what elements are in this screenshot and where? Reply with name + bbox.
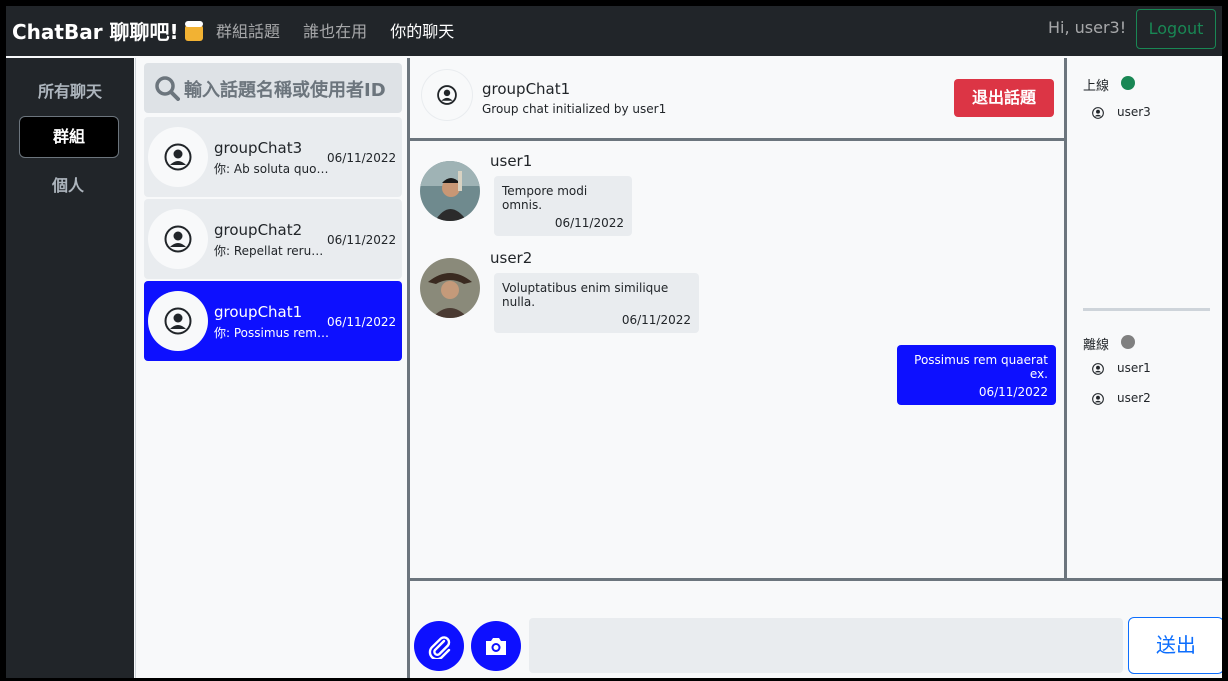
nav-links: 群組話題 誰也在用 你的聊天 [216, 18, 472, 42]
message-list: user1 Tempore modi omnis. 06/11/2022 use… [410, 141, 1064, 578]
leave-chat-button[interactable]: 退出話題 [954, 79, 1054, 117]
message-composer: 送出 [410, 578, 1222, 678]
user-avatar-icon [1087, 358, 1109, 380]
member-status-panel: 上線 user3 離線 user1 user2 [1064, 58, 1222, 578]
brand-text: ChatBar 聊聊吧! [12, 20, 179, 44]
offline-status-dot [1121, 335, 1135, 349]
send-button[interactable]: 送出 [1128, 617, 1222, 674]
chat-list-item[interactable]: groupChat2 你: Repellat rerum... 06/11/20… [144, 199, 402, 279]
nav-link-who-is-online[interactable]: 誰也在用 [303, 22, 367, 41]
status-divider [1083, 308, 1210, 311]
message-bubble: Tempore modi omnis. 06/11/2022 [494, 176, 632, 236]
message-bubble-own: Possimus rem quaerat ex. 06/11/2022 [897, 345, 1056, 405]
message-date: 06/11/2022 [621, 313, 691, 327]
message-date: 06/11/2022 [978, 385, 1048, 399]
message-text: Tempore modi omnis. [502, 184, 588, 212]
filter-group-button[interactable]: 群組 [19, 116, 119, 158]
message-text: Voluptatibus enim similique nulla. [502, 281, 669, 309]
camera-button[interactable] [471, 621, 521, 671]
conversation-title: groupChat1 [482, 80, 571, 98]
conversation-subtitle: Group chat initialized by user1 [482, 102, 667, 116]
user-avatar-icon [164, 307, 192, 335]
app-frame: ChatBar 聊聊吧! 群組話題 誰也在用 你的聊天 Hi, user3! L… [6, 6, 1222, 678]
message-bubble: Voluptatibus enim similique nulla. 06/11… [494, 273, 699, 333]
camera-icon [486, 638, 506, 655]
user-avatar-icon [1087, 102, 1109, 124]
chat-name: groupChat1 [214, 303, 303, 321]
attach-button[interactable] [414, 621, 464, 671]
nav-link-your-chats[interactable]: 你的聊天 [390, 22, 454, 41]
avatar [148, 209, 208, 269]
search-icon [155, 76, 180, 101]
chat-date: 06/11/2022 [327, 233, 397, 247]
online-status-dot [1121, 76, 1135, 90]
user-avatar-icon [164, 143, 192, 171]
user-avatar-icon [164, 225, 192, 253]
filter-all-chats[interactable]: 所有聊天 [6, 78, 134, 102]
avatar [148, 291, 208, 351]
message-date: 06/11/2022 [554, 216, 624, 230]
member-name: user1 [1117, 361, 1151, 375]
chat-date: 06/11/2022 [327, 315, 397, 329]
nav-link-group-topics[interactable]: 群組話題 [216, 22, 280, 41]
user-avatar-icon [1087, 388, 1109, 410]
chat-name: groupChat2 [214, 221, 303, 239]
conversation-panel: groupChat1 Group chat initialized by use… [407, 58, 1222, 678]
user-avatar-icon [437, 85, 457, 105]
chat-list-item[interactable]: groupChat3 你: Ab soluta quod... 06/11/20… [144, 117, 402, 197]
member-name: user3 [1117, 105, 1151, 119]
navbar: ChatBar 聊聊吧! 群組話題 誰也在用 你的聊天 Hi, user3! L… [6, 6, 1222, 56]
message-text: Possimus rem quaerat ex. [914, 353, 1048, 381]
chat-filter-sidebar: 所有聊天 群組 個人 [6, 58, 134, 678]
chat-preview: 你: Repellat rerum... [214, 244, 330, 258]
avatar [422, 70, 472, 120]
chat-date: 06/11/2022 [327, 151, 397, 165]
filter-personal-button[interactable]: 個人 [19, 166, 117, 206]
chat-preview: 你: Possimus rem q... [214, 326, 330, 340]
member-name: user2 [1117, 391, 1151, 405]
message-author: user1 [490, 152, 533, 170]
paperclip-icon [428, 636, 451, 659]
message-author: user2 [490, 249, 533, 267]
beer-icon [184, 21, 203, 41]
chat-list-item-active[interactable]: groupChat1 你: Possimus rem q... 06/11/20… [144, 281, 402, 361]
chat-list-panel: 輸入話題名稱或使用者ID groupChat3 你: Ab soluta quo… [135, 58, 407, 678]
offline-label: 離線 [1083, 338, 1110, 353]
online-label: 上線 [1083, 79, 1110, 94]
message-input[interactable] [529, 618, 1123, 673]
chat-preview: 你: Ab soluta quod... [214, 162, 330, 176]
brand[interactable]: ChatBar 聊聊吧! [12, 16, 203, 45]
search-input[interactable]: 輸入話題名稱或使用者ID [184, 76, 386, 102]
logout-button[interactable]: Logout [1136, 9, 1216, 49]
user-photo [420, 258, 480, 318]
chat-name: groupChat3 [214, 139, 303, 157]
user-greeting: Hi, user3! [1048, 18, 1127, 37]
conversation-header: groupChat1 Group chat initialized by use… [410, 58, 1064, 141]
avatar [148, 127, 208, 187]
user-photo [420, 161, 480, 221]
search-bar[interactable]: 輸入話題名稱或使用者ID [144, 63, 402, 113]
